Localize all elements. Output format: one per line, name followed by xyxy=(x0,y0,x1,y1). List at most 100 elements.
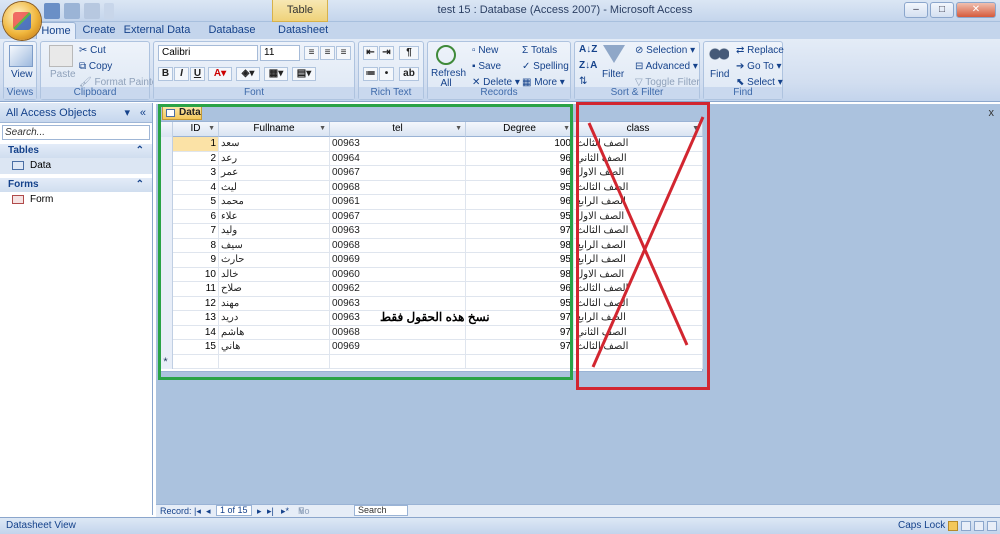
group-find: Find ⇄ Replace ➔ Go To ▾ ⬉ Select ▾ Find xyxy=(703,41,784,100)
record-position-input[interactable]: 1 of 15 xyxy=(216,505,252,516)
sigma-icon: Σ xyxy=(522,45,531,56)
previous-record-icon[interactable]: ◂ xyxy=(206,505,211,517)
red-cross-box xyxy=(576,102,710,390)
last-record-icon[interactable]: ▸| xyxy=(267,505,274,517)
nav-group-forms[interactable]: Forms ⌃ xyxy=(0,178,152,192)
decrease-indent-icon[interactable]: ⇤ xyxy=(363,46,378,60)
advanced-icon: ⊟ xyxy=(635,61,646,72)
tab-home[interactable]: Home xyxy=(36,22,76,39)
align-center-icon[interactable]: ≡ xyxy=(320,46,335,60)
fill-color-icon[interactable]: ◈▾ xyxy=(236,67,260,81)
font-size-select[interactable]: 11 xyxy=(260,45,300,61)
text-direction-icon[interactable]: ¶ xyxy=(399,46,419,60)
nav-search-input[interactable]: Search... xyxy=(2,125,150,140)
caps-lock-indicator: Caps Lock xyxy=(898,520,946,531)
office-button[interactable] xyxy=(3,2,41,40)
new-blank-record-icon[interactable]: ▸* xyxy=(281,505,289,517)
refresh-all-button[interactable]: Refresh All xyxy=(431,69,466,89)
group-label-records: Records xyxy=(428,87,570,99)
view-icon[interactable] xyxy=(9,45,33,67)
new-record-button[interactable]: ▫ New xyxy=(472,45,498,56)
spelling-button[interactable]: ✓ Spelling xyxy=(522,61,569,72)
record-navigation-bar: Record: |◂ ◂ 1 of 15 ▸ ▸| ▸* ⊽ No Filter… xyxy=(156,504,1000,528)
group-label-font: Font xyxy=(154,87,354,99)
totals-button[interactable]: Σ Totals xyxy=(522,45,557,56)
design-view-icon[interactable] xyxy=(987,521,997,531)
group-records: Refresh All ▫ New ▪ Save ✕ Delete ▾ Σ To… xyxy=(427,41,571,100)
advanced-button[interactable]: ⊟ Advanced ▾ xyxy=(635,61,698,72)
ribbon-tabs: Home Create External Data Database Tools… xyxy=(0,22,1000,53)
group-clipboard: Paste ✂ Cut ⧉ Copy 🖌 Format Painter Clip… xyxy=(40,41,161,100)
clear-sort-icon[interactable]: ⇅ xyxy=(579,76,587,87)
title-bar: Table Tools test 15 : Database (Access 2… xyxy=(0,0,1000,36)
selection-button[interactable]: ⊘ Selection ▾ xyxy=(635,45,695,56)
nav-group-tables[interactable]: Tables ⌃ xyxy=(0,144,152,158)
increase-indent-icon[interactable]: ⇥ xyxy=(379,46,394,60)
bullets-icon[interactable]: • xyxy=(379,67,394,81)
sort-descending-icon[interactable]: Z↓A xyxy=(579,60,597,71)
tab-create[interactable]: Create xyxy=(80,22,118,39)
close-button[interactable]: ✕ xyxy=(956,2,996,18)
group-label-views: Views xyxy=(4,87,36,99)
tab-datasheet[interactable]: Datasheet xyxy=(278,22,328,39)
nav-dropdown-icon[interactable]: ▾ xyxy=(124,103,130,123)
group-label-rich-text: Rich Text xyxy=(359,87,423,99)
find-button[interactable]: Find xyxy=(710,69,729,80)
minimize-button[interactable]: – xyxy=(904,2,928,18)
cut-button[interactable]: ✂ Cut xyxy=(79,45,106,56)
replace-button[interactable]: ⇄ Replace xyxy=(736,45,784,56)
gridlines-icon[interactable]: ▦▾ xyxy=(264,67,288,81)
pivot-table-view-icon[interactable] xyxy=(961,521,971,531)
record-search-input[interactable]: Search xyxy=(354,505,408,516)
table-icon xyxy=(12,161,24,170)
status-view-label: Datasheet View xyxy=(6,520,76,531)
tab-database-tools[interactable]: Database Tools xyxy=(196,22,268,53)
goto-button[interactable]: ➔ Go To ▾ xyxy=(736,61,781,72)
align-right-icon[interactable]: ≡ xyxy=(336,46,351,60)
form-icon xyxy=(12,195,24,204)
tab-external-data[interactable]: External Data xyxy=(122,22,192,39)
spelling-icon: ✓ xyxy=(522,61,534,72)
binoculars-icon[interactable] xyxy=(709,45,729,63)
red-cross-icon xyxy=(587,116,705,368)
copy-button[interactable]: ⧉ Copy xyxy=(79,61,112,72)
view-button[interactable]: View xyxy=(11,69,33,80)
paste-button[interactable]: Paste xyxy=(50,69,76,80)
numbering-icon[interactable]: ≔ xyxy=(363,67,378,81)
nav-item-form[interactable]: Form xyxy=(0,192,152,208)
status-bar: Datasheet View Caps Lock xyxy=(0,517,1000,534)
maximize-button[interactable]: □ xyxy=(930,2,954,18)
group-rich-text: ⇤ ⇥ ¶ ≔ • ab Rich Text xyxy=(358,41,424,100)
group-label-sort-filter: Sort & Filter xyxy=(575,87,699,99)
filter-button[interactable]: Filter xyxy=(602,69,624,80)
office-logo-icon xyxy=(13,12,31,30)
nav-item-data-table[interactable]: Data xyxy=(0,158,152,174)
nav-pane-header[interactable]: All Access Objects ▾ « xyxy=(0,103,152,123)
font-name-select[interactable]: Calibri xyxy=(158,45,258,61)
next-record-icon[interactable]: ▸ xyxy=(257,505,262,517)
save-record-button[interactable]: ▪ Save xyxy=(472,61,501,72)
refresh-icon[interactable] xyxy=(436,45,456,65)
align-left-icon[interactable]: ≡ xyxy=(304,46,319,60)
highlight-icon[interactable]: ab xyxy=(399,67,419,81)
copy-icon: ⧉ xyxy=(79,61,89,72)
group-label-find: Find xyxy=(704,87,782,99)
group-label-clipboard: Clipboard xyxy=(41,87,149,99)
paste-icon[interactable] xyxy=(49,45,73,67)
selection-icon: ⊘ xyxy=(635,45,647,56)
first-record-icon[interactable]: |◂ xyxy=(194,505,201,517)
shutter-bar-close-icon[interactable]: « xyxy=(140,103,146,123)
close-document-button[interactable]: x xyxy=(989,107,995,119)
underline-icon[interactable]: U xyxy=(190,67,205,81)
group-font: Calibri 11 ≡ ≡ ≡ B I U A▾ ◈▾ ▦▾ ▤▾ Font xyxy=(153,41,355,100)
datasheet-view-icon[interactable] xyxy=(948,521,958,531)
pivot-chart-view-icon[interactable] xyxy=(974,521,984,531)
bold-icon[interactable]: B xyxy=(158,67,173,81)
font-color-icon[interactable]: A▾ xyxy=(208,67,232,81)
filter-icon[interactable] xyxy=(603,45,625,63)
sort-ascending-icon[interactable]: A↓Z xyxy=(579,44,597,55)
annotation-text: نسخ هذه الحقول فقط xyxy=(380,310,490,324)
italic-icon[interactable]: I xyxy=(174,67,189,81)
alternate-fill-icon[interactable]: ▤▾ xyxy=(292,67,316,81)
group-sort-filter: A↓Z Z↓A ⇅ Filter ⊘ Selection ▾ ⊟ Advance… xyxy=(574,41,700,100)
